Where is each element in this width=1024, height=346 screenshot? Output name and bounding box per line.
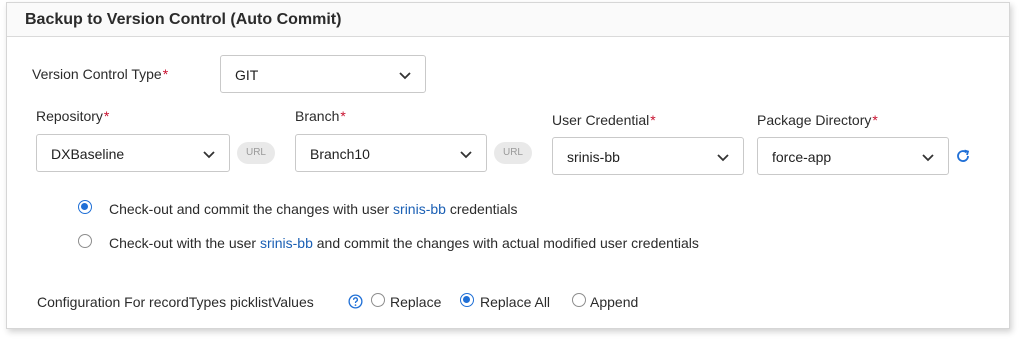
package-directory-label-text: Package Directory [757,112,872,128]
branch-value: Branch10 [310,146,370,162]
branch-url-button[interactable]: URL [494,142,532,164]
chevron-down-icon [203,151,215,159]
commit-option-suffix-2: and commit the changes with actual modif… [312,235,699,251]
panel-title: Backup to Version Control (Auto Commit) [25,11,342,28]
commit-option-suffix-1: credentials [445,201,518,217]
branch-select[interactable]: Branch10 [295,134,487,172]
version-control-type-value: GIT [235,67,259,83]
repository-label-text: Repository [36,108,103,124]
branch-label-text: Branch [295,108,340,124]
picklist-option-replace-label: Replace [390,294,442,310]
chevron-down-icon [399,72,411,80]
repository-select[interactable]: DXBaseline [36,134,230,172]
help-icon[interactable] [348,294,363,309]
version-control-type-select[interactable]: GIT [220,55,426,93]
picklist-option-append-label: Append [590,294,639,310]
commit-option-prefix-1: Check-out and commit the changes with us… [109,201,394,217]
required-mark: * [162,66,169,82]
user-credential-select[interactable]: srinis-bb [552,137,744,175]
version-control-type-label-text: Version Control Type [32,66,162,82]
chevron-down-icon [460,151,472,159]
chevron-down-icon [922,154,934,162]
picklist-config-label: Configuration For recordTypes picklistVa… [37,294,314,310]
user-credential-label-text: User Credential [552,112,650,128]
repository-label: Repository* [36,108,109,124]
user-credential-label: User Credential* [552,112,656,128]
commit-option-label-1: Check-out and commit the changes with us… [109,201,518,217]
repository-url-button[interactable]: URL [237,142,275,164]
package-directory-select[interactable]: force-app [757,137,949,175]
required-mark: * [103,108,110,124]
commit-option-radio-1[interactable] [78,200,92,214]
picklist-option-replace-radio[interactable] [371,293,385,307]
commit-option-prefix-2: Check-out with the user [109,235,260,251]
package-directory-label: Package Directory* [757,112,878,128]
version-control-type-label: Version Control Type* [32,66,168,82]
commit-option-radio-2[interactable] [78,234,92,248]
refresh-icon[interactable] [955,148,971,164]
panel-header: Backup to Version Control (Auto Commit) [7,3,1009,37]
package-directory-value: force-app [772,149,832,165]
picklist-option-replace-all-label: Replace All [480,294,551,310]
required-mark: * [340,108,346,124]
required-mark: * [872,112,878,128]
picklist-option-append-radio[interactable] [572,293,586,307]
picklist-option-replace-all-radio[interactable] [460,293,474,307]
chevron-down-icon [717,154,729,162]
required-mark: * [650,112,656,128]
user-link-1[interactable]: srinis-bb [393,201,446,217]
branch-label: Branch* [295,108,346,124]
user-link-2[interactable]: srinis-bb [260,235,313,251]
commit-option-label-2: Check-out with the user srinis-bb and co… [109,235,699,251]
repository-value: DXBaseline [51,146,125,162]
user-credential-value: srinis-bb [567,149,620,165]
